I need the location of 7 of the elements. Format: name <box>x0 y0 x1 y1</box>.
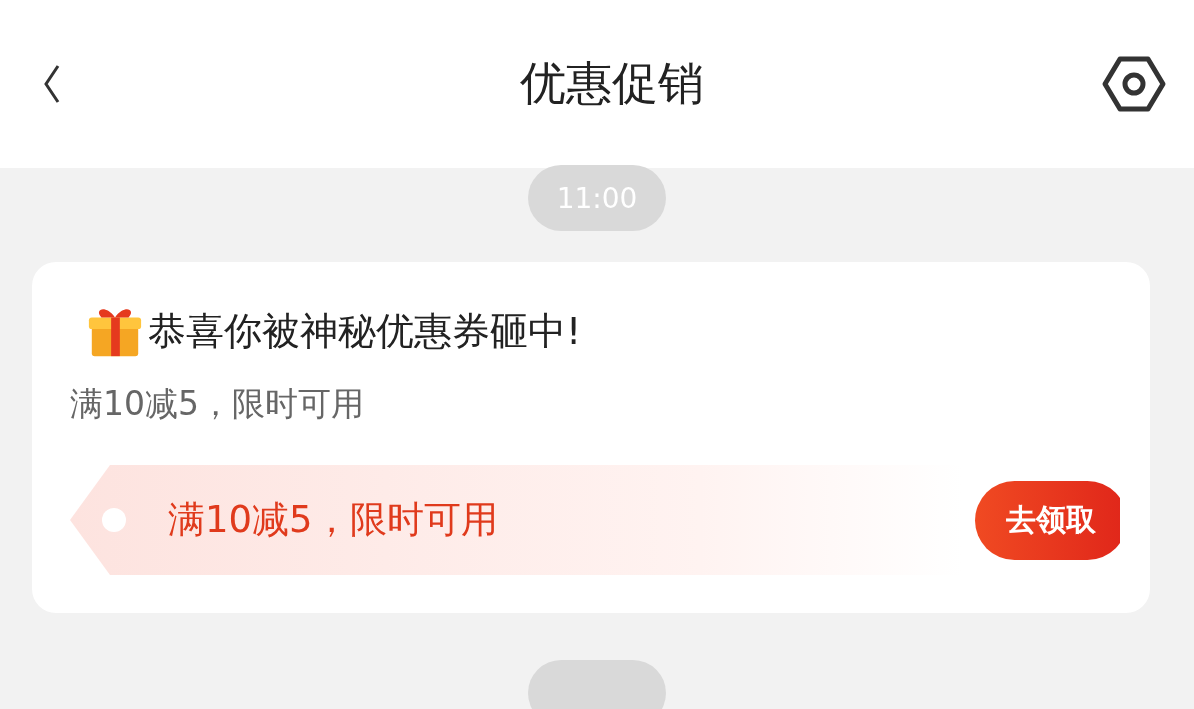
page-title: 优惠促销 <box>520 55 704 112</box>
coupon-text: 满10减5，限时可用 <box>168 497 499 543</box>
settings-icon[interactable] <box>1102 56 1166 112</box>
back-icon[interactable] <box>42 64 62 104</box>
dot-icon <box>102 508 126 532</box>
card-title: 恭喜你被神秘优惠券砸中! <box>148 307 582 355</box>
card-subtitle: 满10减5，限时可用 <box>70 383 365 425</box>
